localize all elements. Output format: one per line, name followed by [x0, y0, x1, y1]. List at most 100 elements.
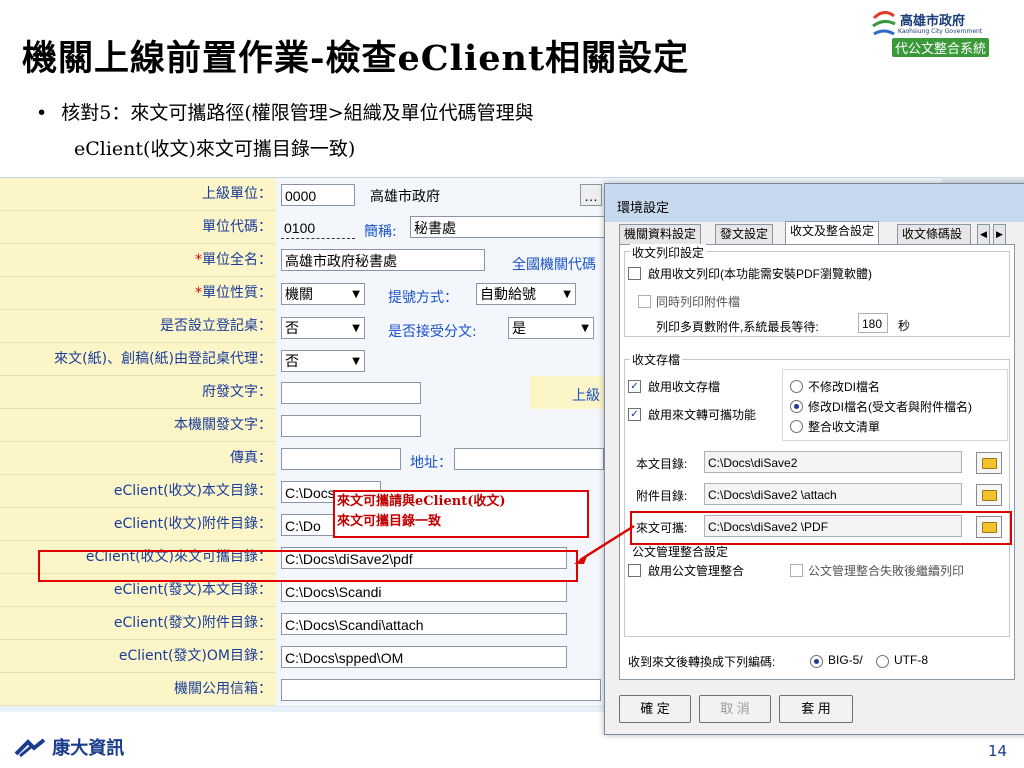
environment-settings-dialog: 環境設定 機關資料設定 發文設定 收文及整合設定 收文條碼設 ◀ ▶ 收文列印設…: [604, 183, 1024, 735]
radio-big5-label: BIG-5/: [828, 653, 863, 667]
unit-type-label: *單位性質：: [0, 277, 276, 310]
tab-receive-barcode[interactable]: 收文條碼設: [897, 224, 971, 245]
dialog-title: 環境設定: [617, 200, 670, 215]
required-mark: *: [195, 252, 202, 268]
eclient-send-attach-input[interactable]: C:\Docs\Scandi\attach: [281, 613, 567, 635]
accept-dispatch-select[interactable]: 是 ▼: [508, 317, 594, 339]
eclient-recv-main-label: eClient(收文)本文目錄：: [0, 475, 276, 508]
unit-type-label-text: 單位性質：: [202, 285, 272, 301]
parent-unit-input[interactable]: 0000: [281, 184, 355, 206]
unit-type-select[interactable]: 機關 ▼: [281, 283, 365, 305]
tab-scroll-right-icon[interactable]: ▶: [993, 224, 1006, 245]
eclient-send-om-input[interactable]: C:\Docs\spped\OM: [281, 646, 567, 668]
radio-no-rename[interactable]: [790, 380, 803, 393]
agency-doc-word-input[interactable]: [281, 415, 421, 437]
apply-button[interactable]: 套 用: [779, 695, 853, 723]
archive-portable-label: 啟用來文轉可攜功能: [648, 408, 757, 422]
archive-group-title: 收文存檔: [630, 351, 683, 368]
unit-code-input[interactable]: 0100: [281, 217, 355, 239]
parent-label: 上級: [572, 388, 600, 404]
print-wait-input[interactable]: 180: [858, 313, 888, 333]
encoding-label: 收到來文後轉換成下列編碼:: [628, 655, 776, 669]
bullet-line-2: eClient(收文)來文可攜目錄一致): [74, 138, 356, 160]
archive-portable-checkbox[interactable]: ✓: [628, 408, 641, 421]
kaohsiung-logo-icon: [872, 11, 896, 36]
required-mark: *: [195, 285, 202, 301]
attach-dir-input[interactable]: C:\Docs\diSave2 \attach: [704, 483, 962, 505]
address-input[interactable]: [454, 448, 604, 470]
cancel-button[interactable]: 取 消: [699, 695, 771, 723]
print-attach-checkbox[interactable]: [638, 295, 651, 308]
fax-input[interactable]: [281, 448, 401, 470]
print-wait-label: 列印多頁數附件,系統最長等待:: [656, 320, 819, 334]
numbering-select[interactable]: 自動給號 ▼: [476, 283, 576, 305]
chevron-down-icon: ▼: [352, 289, 360, 300]
radio-integrate-list[interactable]: [790, 420, 803, 433]
fax-label: 傳真：: [0, 442, 276, 475]
print-enable-checkbox[interactable]: [628, 267, 641, 280]
tab-receive-integration[interactable]: 收文及整合設定: [785, 221, 880, 244]
parent-unit-lookup-button[interactable]: …: [580, 184, 602, 206]
registration-desk-select[interactable]: 否 ▼: [281, 317, 365, 339]
print-wait-unit: 秒: [898, 319, 911, 333]
tab-agency-data[interactable]: 機關資料設定: [619, 224, 702, 245]
numbering-label: 提號方式：: [388, 290, 458, 306]
archive-enable-checkbox[interactable]: ✓: [628, 380, 641, 393]
registration-desk-label: 是否設立登記桌：: [0, 310, 276, 343]
agency-doc-word-label: 本機關發文字：: [0, 409, 276, 442]
gov-doc-word-label: 府發文字：: [0, 376, 276, 409]
public-mailbox-label: 機關公用信箱：: [0, 673, 276, 706]
logo-system-name: 代公文整合系統: [892, 38, 990, 57]
highlight-recv-portable-row: [38, 550, 578, 582]
attach-dir-label: 附件目錄:: [636, 489, 688, 503]
highlight-dialog-portable-row: [630, 511, 1012, 545]
print-group-title: 收文列印設定: [630, 244, 707, 261]
full-name-input[interactable]: 高雄市政府秘書處: [281, 249, 485, 271]
chevron-down-icon: ▼: [352, 356, 360, 367]
annotation-callout: 來文可攜請與eClient(收文) 來文可攜目錄一致: [333, 490, 589, 538]
print-enable-label: 啟用收文列印(本功能需安裝PDF瀏覽軟體): [648, 267, 872, 281]
main-dir-input[interactable]: C:\Docs\diSave2: [704, 451, 962, 473]
tab-send-settings[interactable]: 發文設定: [715, 224, 774, 245]
full-name-label-text: 單位全名：: [202, 252, 272, 268]
chevron-down-icon: ▼: [581, 323, 589, 334]
attach-dir-folder-icon[interactable]: [976, 484, 1002, 506]
kaohsiung-logo: 高雄市政府 Kaohsiung City Government 代公文整合系統: [868, 4, 1018, 64]
desk-proxy-label: 來文(紙)、創稿(紙)由登記桌代理：: [0, 343, 276, 376]
print-attach-label: 同時列印附件檔: [656, 295, 741, 309]
tab-scroll-left-icon[interactable]: ◀: [977, 224, 990, 245]
unit-code-label: 單位代碼：: [0, 211, 276, 244]
radio-rename[interactable]: [790, 400, 803, 413]
radio-no-rename-label: 不修改DI檔名: [808, 380, 881, 394]
public-mailbox-input[interactable]: [281, 679, 601, 701]
abbr-input[interactable]: 秘書處: [410, 216, 610, 238]
eclient-recv-attach-label: eClient(收文)附件目錄：: [0, 508, 276, 541]
chevron-down-icon: ▼: [563, 289, 571, 300]
bullet-text: • 核對5：來文可攜路徑(權限管理>組織及單位代碼管理與: [36, 102, 534, 124]
eclient-send-attach-label: eClient(發文)附件目錄：: [0, 607, 276, 640]
radio-integrate-list-label: 整合收文清單: [808, 420, 881, 434]
bullet-line-1: 核對5：來文可攜路徑(權限管理>組織及單位代碼管理與: [61, 102, 534, 124]
footer-brand: 康大資訊: [14, 734, 124, 760]
parent-unit-name: 高雄市政府: [370, 189, 440, 205]
official-continue-checkbox[interactable]: [790, 564, 803, 577]
ok-button[interactable]: 確 定: [619, 695, 691, 723]
radio-utf8[interactable]: [876, 655, 889, 668]
logo-subtext: Kaohsiung City Government: [898, 28, 983, 35]
radio-big5[interactable]: [810, 655, 823, 668]
parent-unit-label: 上級單位：: [0, 178, 276, 211]
official-group-title: 公文管理整合設定: [632, 545, 729, 559]
gov-doc-word-input[interactable]: [281, 382, 421, 404]
annotation-line-1: 來文可攜請與eClient(收文): [337, 494, 506, 509]
eclient-send-main-input[interactable]: C:\Docs\Scandi: [281, 580, 567, 602]
settings-panel: 收文列印設定 啟用收文列印(本功能需安裝PDF瀏覽軟體) 同時列印附件檔 列印多…: [619, 244, 1015, 680]
radio-rename-label: 修改DI檔名(受文者與附件檔名): [808, 400, 972, 414]
main-dir-label: 本文目錄:: [636, 457, 688, 471]
annotation-line-2: 來文可攜目錄一致: [337, 514, 442, 529]
desk-proxy-select[interactable]: 否 ▼: [281, 350, 365, 372]
national-code-link[interactable]: 全國機關代碼: [512, 254, 596, 274]
archive-enable-label: 啟用收文存檔: [648, 380, 721, 394]
accept-dispatch-label: 是否接受分文:: [388, 324, 477, 340]
abbr-label: 簡稱:: [364, 224, 397, 240]
main-dir-folder-icon[interactable]: [976, 452, 1002, 474]
